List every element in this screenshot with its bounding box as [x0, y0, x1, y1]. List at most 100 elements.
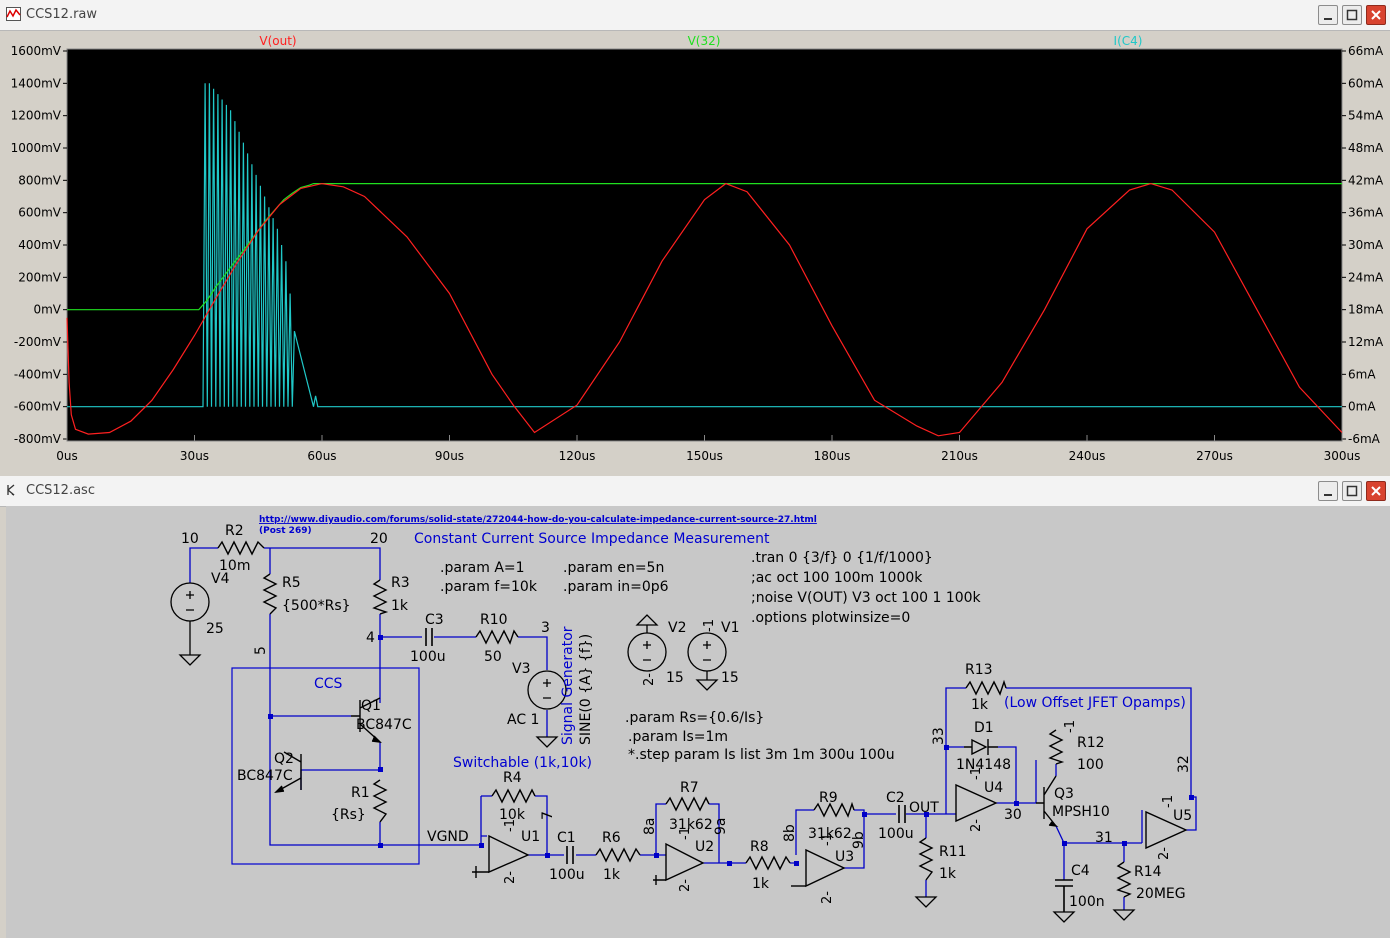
r2-label: R2 [225, 523, 244, 539]
net-33: 33 [931, 727, 947, 745]
v1-label: V1 [721, 620, 739, 636]
y-right-tick-label: -6mA [1348, 432, 1381, 446]
y-right-tick-label: 48mA [1348, 141, 1384, 155]
x-tick-label: 270us [1196, 449, 1233, 463]
v2-label: V2 [668, 620, 686, 636]
c2-value: 100u [878, 826, 914, 842]
directive-ac[interactable]: ;ac oct 100 100m 1000k [751, 570, 923, 586]
schematic-window: CCS12.asc http://www.diyaudio.com/forums… [0, 476, 1390, 938]
y-left-tick-label: -200mV [14, 335, 62, 349]
r12-pin: -1 [1063, 720, 1078, 733]
q3-label: Q3 [1054, 786, 1074, 802]
param-f[interactable]: .param f=10k [440, 579, 538, 595]
maximize-button[interactable] [1342, 5, 1362, 25]
close-icon [1371, 10, 1381, 20]
directive-options[interactable]: .options plotwinsize=0 [751, 610, 910, 626]
q1-value: BC847C [356, 717, 412, 733]
r14-label: R14 [1134, 864, 1162, 880]
r10-value: 50 [484, 649, 502, 665]
y-left-tick-label: 600mV [18, 206, 62, 220]
close-button[interactable] [1366, 481, 1386, 501]
ccs-label: CCS [314, 676, 343, 692]
net-5: 5 [253, 646, 269, 655]
q1-label: Q1 [361, 698, 381, 714]
param-rs[interactable]: .param Rs={0.6/Is} [625, 710, 764, 726]
u5-label: U5 [1173, 808, 1192, 824]
schematic-app-icon [7, 484, 15, 496]
schematic-window-title: CCS12.asc [26, 483, 95, 498]
reference-post: (Post 269) [259, 526, 312, 536]
y-left-tick-label: 1400mV [11, 76, 62, 90]
r12-label: R12 [1077, 735, 1105, 751]
r4-label: R4 [503, 770, 522, 786]
x-tick-label: 120us [559, 449, 596, 463]
net-out: OUT [909, 800, 939, 816]
maximize-icon [1346, 9, 1358, 21]
minimize-icon [1324, 494, 1332, 496]
jfet-label: (Low Offset JFET Opamps) [1004, 695, 1186, 711]
c1-label: C1 [557, 830, 576, 846]
u3-label: U3 [835, 849, 854, 865]
x-tick-label: 60us [307, 449, 336, 463]
waveform-window: CCS12.raw V(out) V(32) I(C4) 1600mV 1400m… [0, 0, 1390, 470]
net-9a: 9a [713, 818, 729, 836]
y-right-tick-label: 42mA [1348, 173, 1384, 187]
param-is[interactable]: .param Is=1m [628, 729, 728, 745]
net-8a: 8a [642, 818, 658, 836]
v1-value: 15 [721, 670, 739, 686]
maximize-icon [1346, 485, 1358, 497]
r6-label: R6 [602, 830, 621, 846]
r5-label: R5 [282, 575, 301, 591]
param-a[interactable]: .param A=1 [440, 560, 525, 576]
u4-pin-bottom: 2- [969, 819, 984, 832]
schematic-canvas[interactable]: http://www.diyaudio.com/forums/solid-sta… [6, 506, 1390, 938]
y-right-tick-label: 66mA [1348, 44, 1384, 58]
minimize-icon [1324, 18, 1332, 20]
param-in[interactable]: .param in=0p6 [563, 579, 669, 595]
net-31: 31 [1095, 830, 1113, 846]
r13-label: R13 [965, 662, 993, 678]
directive-noise[interactable]: ;noise V(OUT) V3 oct 100 1 100k [751, 590, 982, 606]
trace-label-v32[interactable]: V(32) [688, 34, 721, 48]
waveform-app-icon [6, 7, 21, 21]
y-right-tick-label: 6mA [1348, 367, 1376, 381]
param-en[interactable]: .param en=5n [563, 560, 664, 576]
net-vgnd: VGND [427, 829, 469, 845]
q2-label: Q2 [274, 751, 294, 767]
waveform-plot[interactable]: V(out) V(32) I(C4) 1600mV 1400mV 1200mV 100… [6, 34, 1390, 468]
d1-label: D1 [974, 720, 994, 736]
u2-label: U2 [695, 839, 714, 855]
u4-label: U4 [984, 780, 1003, 796]
u3-pin-top: -1 [820, 833, 835, 846]
r8-label: R8 [750, 839, 769, 855]
y-left-tick-label: 1200mV [11, 109, 62, 123]
y-left-tick-label: 1600mV [11, 44, 62, 58]
x-tick-label: 90us [435, 449, 464, 463]
y-left-tick-label: 0mV [33, 303, 61, 317]
c3-label: C3 [425, 612, 444, 628]
v3-value: AC 1 [507, 712, 539, 728]
x-tick-label: 210us [941, 449, 978, 463]
y-left-tick-label: 800mV [18, 173, 62, 187]
net-20: 20 [370, 531, 388, 547]
sine-spec[interactable]: SINE(0 {A} {f}) [578, 634, 594, 745]
y-right-tick-label: 12mA [1348, 335, 1384, 349]
reference-link[interactable]: http://www.diyaudio.com/forums/solid-sta… [259, 515, 817, 525]
v2-value: 15 [666, 670, 684, 686]
r10-label: R10 [480, 612, 508, 628]
trace-label-vout[interactable]: V(out) [259, 34, 296, 48]
r7-label: R7 [680, 780, 699, 796]
step-param[interactable]: *.step param Is list 3m 1m 300u 100u [628, 747, 895, 763]
signal-generator-label: Signal Generator [560, 626, 576, 745]
switchable-label: Switchable (1k,10k) [453, 755, 592, 771]
maximize-button[interactable] [1342, 481, 1362, 501]
waveform-titlebar[interactable]: CCS12.raw [0, 0, 1390, 31]
trace-label-ic4[interactable]: I(C4) [1114, 34, 1143, 48]
minimize-button[interactable] [1318, 5, 1338, 25]
schematic-titlebar[interactable]: CCS12.asc [0, 476, 1390, 507]
schematic-heading: Constant Current Source Impedance Measur… [414, 531, 770, 547]
close-button[interactable] [1366, 5, 1386, 25]
minimize-button[interactable] [1318, 481, 1338, 501]
directive-tran[interactable]: .tran 0 {3/f} 0 {1/f/1000} [751, 550, 933, 566]
c1-value: 100u [549, 867, 585, 883]
